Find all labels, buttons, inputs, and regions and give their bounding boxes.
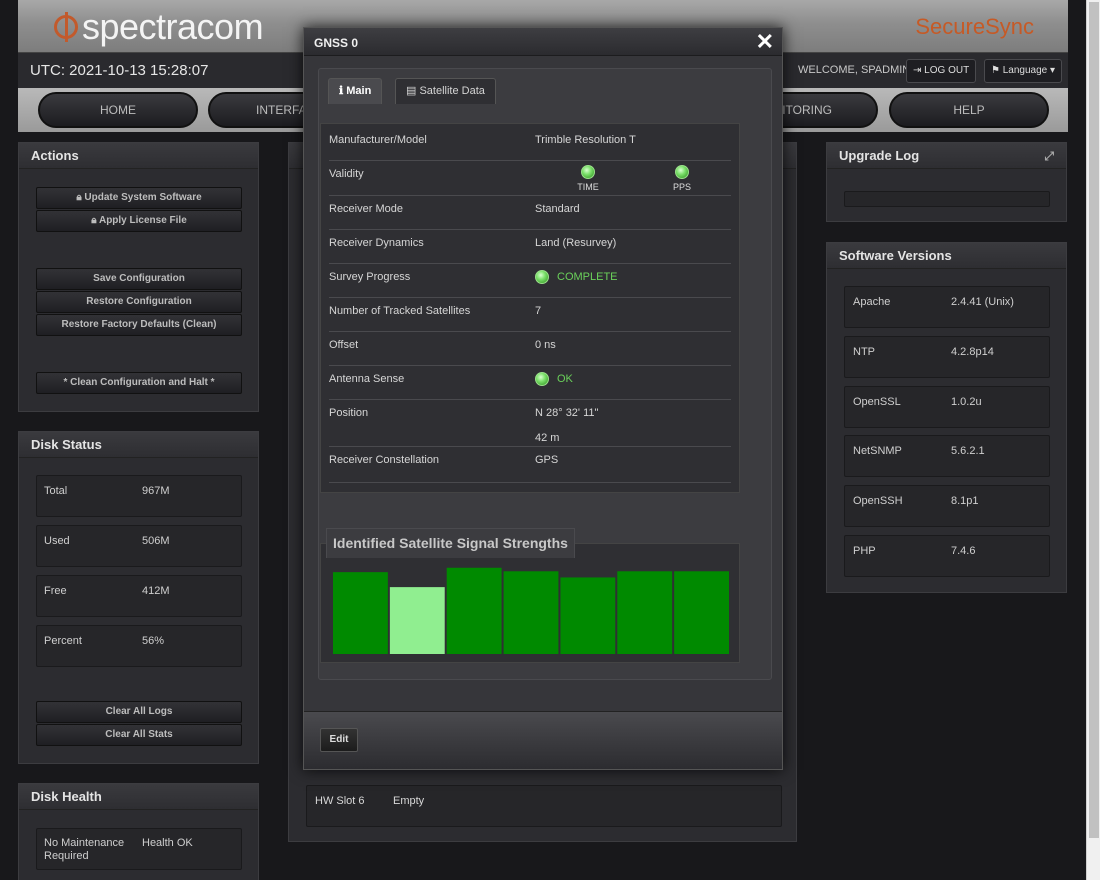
restore-factory-defaults-button[interactable]: Restore Factory Defaults (Clean) <box>36 314 242 336</box>
survey-led-icon <box>535 270 549 284</box>
flag-icon: ⚑ <box>991 65 1000 76</box>
signal-bar-1 <box>333 572 388 654</box>
pps-valid-led-icon <box>675 165 689 179</box>
row-receiver-mode: Receiver Mode Standard <box>329 196 731 230</box>
tab-satellite-data[interactable]: ▤ Satellite Data <box>395 78 496 104</box>
row-tracked-satellites: Number of Tracked Satellites 7 <box>329 298 731 332</box>
disk-health-row: No Maintenance Required Health OK <box>36 828 242 870</box>
software-row-openssh: OpenSSH 8.1p1 <box>844 485 1050 527</box>
tab-main[interactable]: ℹ Main <box>328 78 383 104</box>
software-row-ntp: NTP 4.2.8p14 <box>844 336 1050 378</box>
disk-status-panel: Disk Status Total 967M Used 506M Free 41… <box>18 431 259 764</box>
info-icon: ℹ <box>339 85 344 97</box>
validity-time: TIME <box>573 165 603 192</box>
close-icon[interactable]: ✕ <box>756 29 774 55</box>
modal-title: GNSS 0 <box>314 36 359 50</box>
software-row-openssl: OpenSSL 1.0.2u <box>844 386 1050 428</box>
row-antenna-sense: Antenna Sense OK <box>329 366 731 400</box>
save-configuration-button[interactable]: Save Configuration <box>36 268 242 290</box>
nav-help[interactable]: HELP <box>889 92 1049 128</box>
update-software-button[interactable]: 🔒︎ Update System Software <box>36 187 242 209</box>
welcome-text: WELCOME, SPADMIN <box>798 64 911 76</box>
product-name: SecureSync <box>915 14 1034 39</box>
row-validity: Validity TIME PPS <box>329 161 731 196</box>
expand-icon[interactable]: ⤢ <box>1044 143 1054 169</box>
gnss-details-table: Manufacturer/Model Trimble Resolution T … <box>320 123 740 493</box>
validity-pps: PPS <box>667 165 697 192</box>
disk-row-total: Total 967M <box>36 475 242 517</box>
row-offset: Offset 0 ns <box>329 332 731 366</box>
logo-text: spectracom <box>82 6 264 47</box>
signal-bar-2 <box>389 587 445 654</box>
caret-down-icon: ▾ <box>1050 65 1056 76</box>
hw-slot-row: HW Slot 6 Empty <box>306 785 782 827</box>
disk-row-used: Used 506M <box>36 525 242 567</box>
software-row-apache: Apache 2.4.41 (Unix) <box>844 286 1050 328</box>
software-row-netsnmp: NetSNMP 5.6.2.1 <box>844 435 1050 477</box>
row-receiver-dynamics: Receiver Dynamics Land (Resurvey) <box>329 230 731 264</box>
language-button[interactable]: ⚑ Language ▾ <box>984 59 1063 83</box>
row-manufacturer: Manufacturer/Model Trimble Resolution T <box>329 127 731 161</box>
disk-row-free: Free 412M <box>36 575 242 617</box>
signal-strength-chart <box>320 543 740 663</box>
lock-icon: 🔒︎ <box>76 192 82 203</box>
utc-clock: UTC: 2021-10-13 15:28:07 <box>30 62 209 79</box>
logout-button[interactable]: ⇥ LOG OUT <box>906 59 977 83</box>
antenna-led-icon <box>535 372 549 386</box>
signal-bar-3 <box>446 567 502 654</box>
signal-bar-5 <box>560 577 616 654</box>
clean-config-halt-button[interactable]: * Clean Configuration and Halt * <box>36 372 242 394</box>
apply-license-button[interactable]: 🔒︎ Apply License File <box>36 210 242 232</box>
signal-bars <box>333 567 729 654</box>
nav-home[interactable]: HOME <box>38 92 198 128</box>
modal-footer: Edit <box>304 711 782 769</box>
actions-title: Actions <box>19 143 258 169</box>
signal-bar-4 <box>503 571 559 654</box>
software-row-php: PHP 7.4.6 <box>844 535 1050 577</box>
row-position: Position N 28° 32' 11" 42 m <box>329 400 731 447</box>
row-constellation: Receiver Constellation GPS <box>329 447 731 483</box>
disk-health-title: Disk Health <box>19 784 258 810</box>
software-versions-title: Software Versions <box>827 243 1066 269</box>
scrollbar-thumb[interactable] <box>1089 2 1099 838</box>
software-versions-panel: Software Versions Apache 2.4.41 (Unix) N… <box>826 242 1067 593</box>
disk-row-percent: Percent 56% <box>36 625 242 667</box>
gnss-modal: GNSS 0 ✕ ℹ Main ▤ Satellite Data Manufac… <box>303 27 783 770</box>
modal-header: GNSS 0 ✕ <box>304 28 782 56</box>
clear-all-logs-button[interactable]: Clear All Logs <box>36 701 242 723</box>
restore-configuration-button[interactable]: Restore Configuration <box>36 291 242 313</box>
lock-icon: 🔒︎ <box>91 215 97 226</box>
logout-icon: ⇥ <box>913 65 922 76</box>
edit-button[interactable]: Edit <box>320 728 358 752</box>
row-survey-progress: Survey Progress COMPLETE <box>329 264 731 298</box>
upgrade-log-box <box>844 191 1050 207</box>
logo-icon <box>54 15 78 39</box>
page: spectracom SecureSync UTC: 2021-10-13 15… <box>0 0 1086 880</box>
clear-all-stats-button[interactable]: Clear All Stats <box>36 724 242 746</box>
signal-bar-7 <box>674 571 729 654</box>
disk-status-title: Disk Status <box>19 432 258 458</box>
actions-panel: Actions 🔒︎ Update System Software 🔒︎ App… <box>18 142 259 412</box>
signal-bar-6 <box>617 571 673 654</box>
upgrade-log-title: Upgrade Log ⤢ <box>827 143 1066 169</box>
time-valid-led-icon <box>581 165 595 179</box>
spectracom-logo[interactable]: spectracom <box>54 6 264 48</box>
disk-health-panel: Disk Health No Maintenance Required Heal… <box>18 783 259 880</box>
signal-strength-title: Identified Satellite Signal Strengths <box>326 528 575 558</box>
page-scrollbar[interactable] <box>1086 0 1100 880</box>
upgrade-log-panel: Upgrade Log ⤢ <box>826 142 1067 222</box>
table-icon: ▤ <box>406 85 417 97</box>
